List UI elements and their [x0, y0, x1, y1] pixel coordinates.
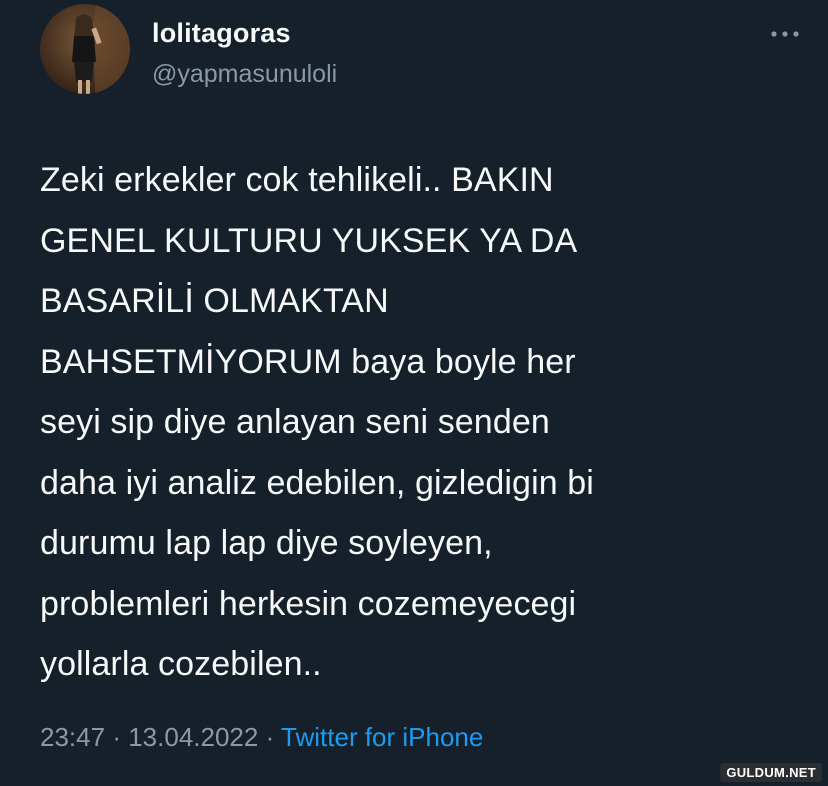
tweet-date[interactable]: 13.04.2022 [128, 722, 258, 752]
avatar-photo-icon [40, 4, 130, 94]
watermark: GULDUM.NET [720, 763, 822, 782]
tweet-text: Zeki erkekler cok tehlikeli.. BAKIN GENE… [40, 161, 594, 683]
more-horizontal-icon[interactable] [760, 22, 800, 46]
display-name[interactable]: lolitagoras [152, 18, 291, 49]
meta-separator: · [265, 722, 275, 752]
tweet-header: lolitagoras @yapmasunuloli [40, 4, 800, 100]
tweet-source-link[interactable]: Twitter for iPhone [281, 722, 483, 752]
meta-separator: · [112, 722, 121, 752]
username[interactable]: @yapmasunuloli [152, 60, 337, 89]
avatar[interactable] [40, 4, 130, 94]
tweet-time[interactable]: 23:47 [40, 722, 105, 752]
tweet-meta: 23:47 · 13.04.2022 · Twitter for iPhone [40, 722, 483, 753]
